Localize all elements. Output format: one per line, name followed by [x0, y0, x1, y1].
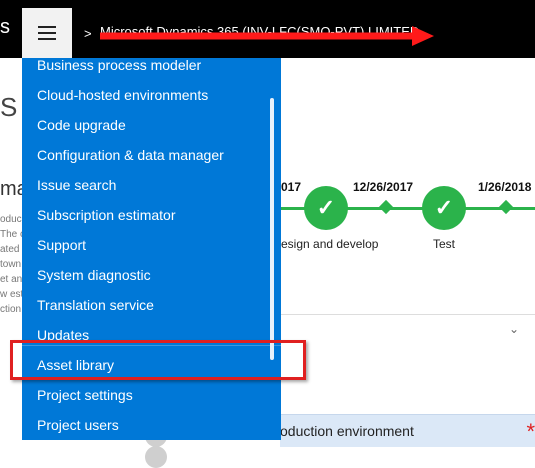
menu-item-configuration-data-manager[interactable]: Configuration & data manager — [37, 140, 224, 170]
checkmark-icon[interactable]: ✓ — [304, 186, 348, 230]
divider — [280, 314, 535, 315]
menu-scrollbar[interactable] — [270, 98, 274, 360]
menu-item-translation-service[interactable]: Translation service — [37, 290, 154, 320]
menu-item-code-upgrade[interactable]: Code upgrade — [37, 110, 126, 140]
menu-item-system-diagnostic[interactable]: System diagnostic — [37, 260, 151, 290]
production-environment-row[interactable]: oduction environment * — [280, 414, 535, 447]
menu-item-issue-search[interactable]: Issue search — [37, 170, 116, 200]
description-fragment: oduc The c ated u town et an w est ction — [0, 214, 22, 315]
menu-item-support[interactable]: Support — [37, 230, 86, 260]
menu-item-project-users[interactable]: Project users — [37, 410, 119, 440]
menu-item-project-settings[interactable]: Project settings — [37, 380, 133, 410]
page-title-fragment: S — [0, 92, 18, 122]
menu-item-business-process-modeler[interactable]: Business process modeler — [37, 58, 201, 80]
milestone-diamond-icon — [378, 199, 394, 215]
milestone-date: 017 — [281, 180, 302, 194]
chevron-down-icon[interactable]: ⌄ — [509, 322, 519, 336]
status-circle-icon — [145, 446, 167, 468]
checkmark-icon[interactable]: ✓ — [422, 186, 466, 230]
annotation-arrow-icon — [100, 26, 434, 46]
milestone-date: 12/26/2017 — [353, 180, 414, 194]
top-bar: s > Microsoft Dynamics 365 (INV-LFC(SMO-… — [0, 0, 535, 58]
hamburger-icon — [38, 26, 56, 28]
hamburger-menu-button[interactable] — [22, 8, 72, 58]
app-brand: s — [0, 16, 10, 38]
menu-item-cloud-hosted-environments[interactable]: Cloud-hosted environments — [37, 80, 208, 110]
required-asterisk: * — [526, 419, 535, 444]
phase-label: esign and develop — [281, 237, 379, 251]
row-label: oduction environment — [280, 423, 414, 439]
milestone-date: 1/26/2018 — [478, 180, 532, 194]
menu-item-subscription-estimator[interactable]: Subscription estimator — [37, 200, 176, 230]
breadcrumb-chevron-icon: > — [84, 26, 92, 41]
phase-label: Test — [433, 237, 456, 251]
annotation-highlight-box — [10, 340, 306, 380]
milestone-diamond-icon — [498, 199, 514, 215]
navigation-flyout-menu: Business process modeler Cloud-hosted en… — [22, 58, 281, 440]
